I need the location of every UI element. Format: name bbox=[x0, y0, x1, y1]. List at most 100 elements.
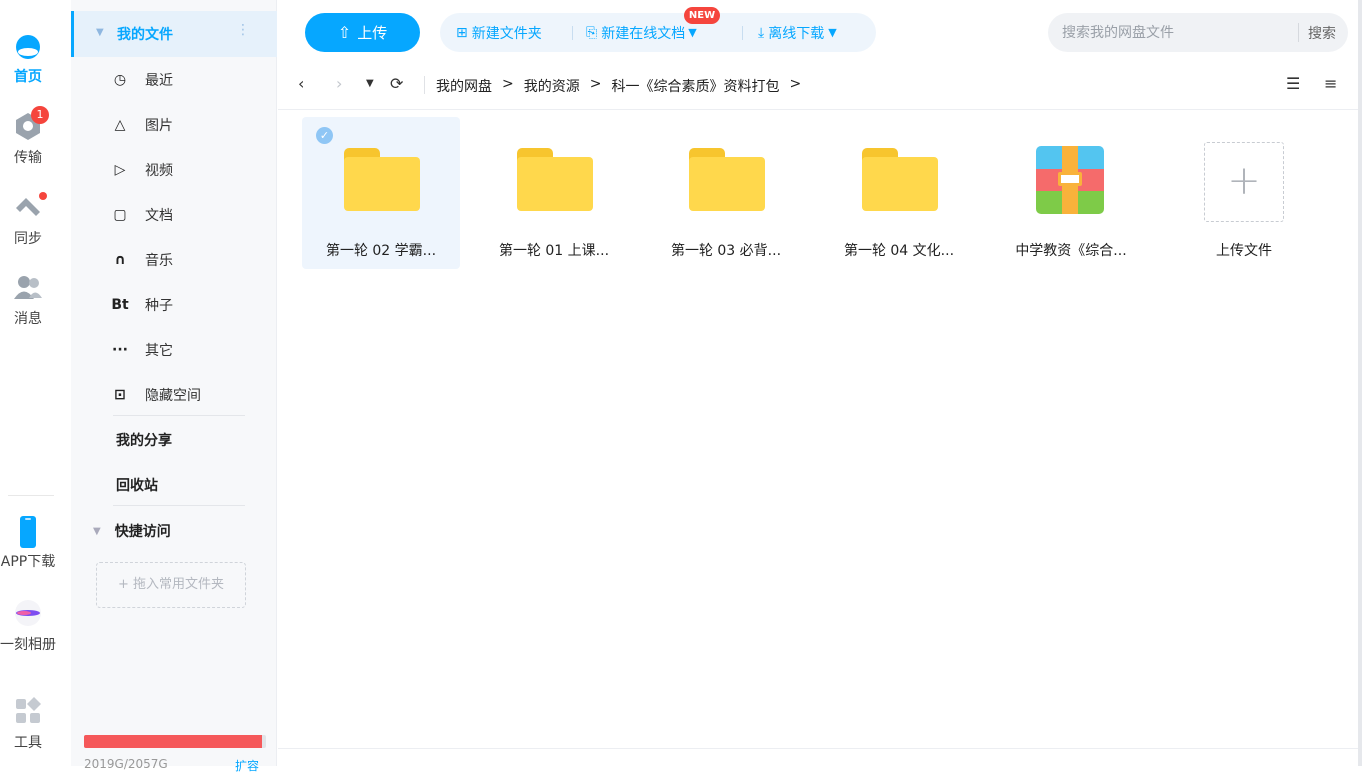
sidebar-item-torrents[interactable]: Bt 种子 bbox=[111, 282, 241, 327]
search-button[interactable]: 搜索 bbox=[1308, 23, 1336, 43]
upload-icon: ⇧ bbox=[337, 23, 352, 42]
storage-quota-fill bbox=[84, 735, 263, 748]
breadcrumb-separator: > bbox=[502, 76, 514, 92]
sidebar-my-files-label: 我的文件 bbox=[117, 27, 173, 43]
sidebar-item-video[interactable]: ▷ 视频 bbox=[111, 147, 241, 192]
rail-messages[interactable]: 消息 bbox=[0, 272, 56, 328]
refresh-icon[interactable]: ⟳ bbox=[390, 74, 403, 93]
new-online-doc-label: 新建在线文档 bbox=[601, 25, 686, 42]
sidebar-divider bbox=[113, 505, 245, 506]
check-icon[interactable]: ✓ bbox=[316, 127, 333, 144]
sidebar-item-documents[interactable]: ▢ 文档 bbox=[111, 192, 241, 237]
sidebar-item-label: 隐藏空间 bbox=[145, 387, 201, 404]
breadcrumb-divider bbox=[424, 76, 425, 94]
action-group: ⊞ 新建文件夹 ⎘ 新建在线文档 ▼ ⤓ 离线下载 ▼ bbox=[440, 13, 876, 52]
folder-icon bbox=[344, 148, 420, 211]
new-folder-button[interactable]: ⊞ 新建文件夹 bbox=[456, 13, 542, 52]
file-tile[interactable]: 第一轮 04 文化... bbox=[820, 117, 978, 269]
quick-access-label: 快捷访问 bbox=[114, 524, 171, 540]
archive-icon bbox=[1036, 146, 1104, 214]
breadcrumb: 我的网盘 > 我的资源 > 科一《综合素质》资料打包 > bbox=[436, 76, 811, 96]
folder-icon bbox=[862, 148, 938, 211]
rail-sync-label: 同步 bbox=[14, 231, 42, 247]
rail-album[interactable]: 一刻相册 bbox=[0, 598, 56, 654]
file-name: 第一轮 01 上课... bbox=[498, 243, 610, 259]
transfer-icon: 1 bbox=[13, 106, 49, 141]
breadcrumb-item[interactable]: 科一《综合素质》资料打包 bbox=[611, 76, 779, 96]
file-tile[interactable]: 第一轮 01 上课... bbox=[475, 117, 633, 269]
file-name: 第一轮 03 必背... bbox=[670, 243, 782, 259]
plus-icon: + bbox=[1204, 142, 1284, 222]
image-icon: △ bbox=[114, 116, 126, 133]
quick-access-drop-zone[interactable]: + 拖入常用文件夹 bbox=[96, 562, 246, 608]
sidebar-item-my-files[interactable]: ▼ 我的文件 ⋮ bbox=[71, 11, 277, 57]
sidebar-quick-access[interactable]: ▼ 快捷访问 bbox=[93, 521, 171, 541]
back-icon[interactable]: ‹ bbox=[298, 74, 304, 93]
headphones-icon: ∩ bbox=[114, 251, 126, 268]
file-tile[interactable]: ✓ 第一轮 02 学霸... bbox=[302, 117, 460, 269]
breadcrumb-item[interactable]: 我的资源 bbox=[524, 76, 580, 96]
more-vertical-icon[interactable]: ⋮ bbox=[236, 22, 250, 38]
new-online-doc-button[interactable]: ⎘ 新建在线文档 ▼ bbox=[586, 13, 697, 52]
toolbar-divider bbox=[742, 26, 743, 40]
list-view-icon[interactable]: ≡ bbox=[1324, 74, 1337, 93]
breadcrumb-item[interactable]: 我的网盘 bbox=[436, 76, 492, 96]
cloud-icon bbox=[13, 30, 43, 60]
file-name: 第一轮 04 文化... bbox=[843, 243, 955, 259]
sidebar-item-label: 最近 bbox=[145, 72, 173, 89]
users-icon bbox=[13, 272, 43, 302]
file-tile[interactable]: 中学教资《综合... bbox=[992, 117, 1150, 269]
main-toolbar: ⇧ 上传 ⊞ 新建文件夹 ⎘ 新建在线文档 ▼ ⤓ 离线下载 ▼ NEW 搜索 bbox=[278, 0, 1362, 62]
file-tile[interactable]: 第一轮 03 必背... bbox=[647, 117, 805, 269]
storage-quota-text: 2019G/2057G bbox=[84, 757, 168, 771]
dropdown-arrow-icon: ▼ bbox=[828, 26, 837, 39]
rail-transfer[interactable]: 1 传输 bbox=[0, 106, 56, 167]
window-edge bbox=[1358, 0, 1362, 766]
sidebar-item-my-share[interactable]: 我的分享 bbox=[116, 430, 172, 450]
upload-file-label: 上传文件 bbox=[1216, 243, 1272, 259]
search-box: 搜索 bbox=[1048, 13, 1348, 52]
rail-app-download-label: APP下载 bbox=[0, 554, 56, 570]
rail-tools-label: 工具 bbox=[14, 735, 42, 751]
sidebar-item-label: 音乐 bbox=[145, 252, 173, 269]
lock-icon: ⊡ bbox=[114, 386, 126, 403]
file-name: 第一轮 02 学霸... bbox=[325, 243, 437, 259]
sidebar-item-recycle-bin[interactable]: 回收站 bbox=[116, 475, 158, 495]
history-dropdown-icon[interactable]: ▼ bbox=[366, 78, 374, 89]
caret-down-icon: ▼ bbox=[93, 525, 101, 537]
rail-transfer-label: 传输 bbox=[14, 150, 42, 166]
sort-icon[interactable]: ☰ bbox=[1286, 74, 1300, 93]
grid-apps-icon bbox=[13, 696, 43, 726]
rail-app-download[interactable]: APP下载 bbox=[0, 515, 56, 571]
category-sidebar: ▼ 我的文件 ⋮ ◷ 最近 △ 图片 ▷ 视频 ▢ 文档 ∩ 音乐 Bt 种子 … bbox=[71, 0, 277, 773]
new-feature-badge: NEW bbox=[684, 7, 720, 24]
sync-alert-dot bbox=[39, 192, 47, 200]
dropdown-arrow-icon: ▼ bbox=[688, 26, 697, 39]
search-input[interactable] bbox=[1062, 22, 1292, 44]
sidebar-item-music[interactable]: ∩ 音乐 bbox=[111, 237, 241, 282]
document-icon: ▢ bbox=[113, 206, 127, 223]
sync-icon bbox=[13, 192, 47, 222]
sidebar-item-images[interactable]: △ 图片 bbox=[111, 102, 241, 147]
sidebar-item-hidden-space[interactable]: ⊡ 隐藏空间 bbox=[111, 372, 241, 417]
offline-download-button[interactable]: ⤓ 离线下载 ▼ bbox=[758, 13, 837, 52]
sidebar-divider bbox=[113, 415, 245, 416]
sidebar-item-label: 文档 bbox=[145, 207, 173, 224]
folder-icon bbox=[517, 148, 593, 211]
rail-home-label: 首页 bbox=[14, 69, 42, 85]
transfer-count-badge: 1 bbox=[31, 106, 49, 124]
clock-icon: ◷ bbox=[113, 71, 127, 88]
rail-sync[interactable]: 同步 bbox=[0, 192, 56, 248]
breadcrumb-separator: > bbox=[789, 76, 802, 92]
breadcrumb-bar: ‹ › ▼ ⟳ 我的网盘 > 我的资源 > 科一《综合素质》资料打包 > ☰ ≡ bbox=[278, 62, 1362, 110]
toolbar-divider bbox=[572, 26, 573, 40]
rail-home[interactable]: 首页 bbox=[0, 30, 56, 86]
upload-button[interactable]: ⇧ 上传 bbox=[305, 13, 420, 52]
sidebar-item-label: 视频 bbox=[145, 162, 173, 179]
upload-file-tile[interactable]: + 上传文件 bbox=[1165, 117, 1323, 269]
sidebar-item-other[interactable]: ··· 其它 bbox=[111, 327, 241, 372]
sidebar-item-recent[interactable]: ◷ 最近 bbox=[111, 57, 241, 102]
rail-tools[interactable]: 工具 bbox=[0, 696, 56, 752]
search-divider bbox=[1298, 23, 1299, 42]
forward-icon[interactable]: › bbox=[336, 74, 342, 93]
